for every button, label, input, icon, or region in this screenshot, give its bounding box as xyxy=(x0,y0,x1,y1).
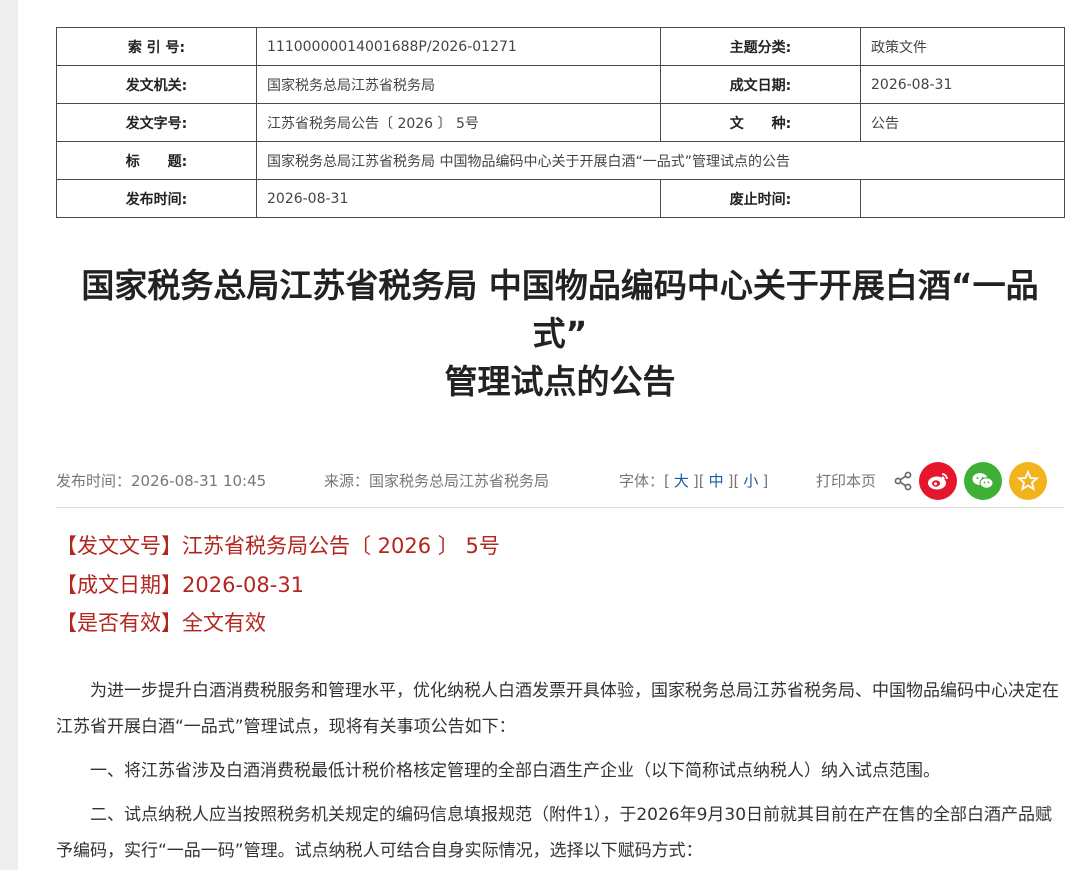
font-size-label: 字体： xyxy=(619,472,665,490)
table-row: 索 引 号: 11100000014001688P/2026-01271 主题分… xyxy=(56,27,1065,66)
article-body: 为进一步提升白酒消费税服务和管理水平，优化纳税人白酒发票开具体验，国家税务总局江… xyxy=(56,673,1064,877)
paragraph: 一、将江苏省涉及白酒消费税最低计税价格核定管理的全部白酒生产企业（以下简称试点纳… xyxy=(90,761,940,781)
subject-value: 政策文件 xyxy=(860,27,1065,66)
article-title-line2: 式” xyxy=(532,314,588,353)
left-scroll-gutter xyxy=(0,0,18,870)
publish-time: 发布时间：2026-08-31 10:45 xyxy=(56,472,267,490)
weibo-share-button[interactable] xyxy=(919,462,957,500)
doc-no-value: 江苏省税务局公告〔 2026 〕 5号 xyxy=(256,103,661,142)
index-no-value: 11100000014001688P/2026-01271 xyxy=(256,27,661,66)
wechat-share-button[interactable] xyxy=(964,462,1002,500)
print-button[interactable]: 打印本页 xyxy=(816,470,876,491)
subject-label: 主题分类: xyxy=(660,27,861,66)
table-row: 发文字号: 江苏省税务局公告〔 2026 〕 5号 文 种: 公告 xyxy=(56,103,1065,142)
date-label: 成文日期: xyxy=(660,65,861,104)
issuer-value: 国家税务总局江苏省税务局 xyxy=(256,65,661,104)
type-label: 文 种: xyxy=(660,103,861,142)
table-row: 发文机关: 国家税务总局江苏省税务局 成文日期: 2026-08-31 xyxy=(56,65,1065,104)
article-title: 国家税务总局江苏省税务局 中国物品编码中心关于开展白酒“一品 式” 管理试点的公… xyxy=(56,262,1064,406)
weibo-icon xyxy=(928,473,948,490)
font-medium-button[interactable]: 中 xyxy=(705,472,728,490)
doc-number-line: 【发文文号】江苏省税务局公告〔 2026 〕 5号 xyxy=(56,534,500,558)
font-small-button[interactable]: 小 xyxy=(739,472,762,490)
paragraph: 为进一步提升白酒消费税服务和管理水平，优化纳税人白酒发票开具体验，国家税务总局江… xyxy=(56,681,1059,737)
type-value: 公告 xyxy=(860,103,1065,142)
font-size-switcher: 字体：[大][中][小] xyxy=(619,472,769,490)
paragraph: 二、试点纳税人应当按照税务机关规定的编码信息填报规范（附件1），于2026年9月… xyxy=(56,805,1053,861)
doc-validity-line: 【是否有效】全文有效 xyxy=(56,611,266,635)
publish-value: 2026-08-31 xyxy=(256,179,661,218)
article-title-line3: 管理试点的公告 xyxy=(444,362,676,401)
divider xyxy=(56,507,1064,508)
favorite-button[interactable] xyxy=(1009,462,1047,500)
table-row: 标 题: 国家税务总局江苏省税务局 中国物品编码中心关于开展白酒“一品式”管理试… xyxy=(56,141,1065,180)
date-value: 2026-08-31 xyxy=(860,65,1065,104)
doc-no-label: 发文字号: xyxy=(56,103,257,142)
article-title-line1: 国家税务总局江苏省税务局 中国物品编码中心关于开展白酒“一品 xyxy=(81,266,1039,305)
title-value: 国家税务总局江苏省税务局 中国物品编码中心关于开展白酒“一品式”管理试点的公告 xyxy=(256,141,1065,180)
favorite-icon xyxy=(1017,470,1039,491)
share-icon[interactable] xyxy=(893,471,913,491)
table-row: 发布时间: 2026-08-31 废止时间: xyxy=(56,179,1065,218)
article-info-bar: 发布时间：2026-08-31 10:45 来源：国家税务总局江苏省税务局 字体… xyxy=(56,462,1064,500)
expire-value xyxy=(860,179,1065,218)
metadata-table: 索 引 号: 11100000014001688P/2026-01271 主题分… xyxy=(56,27,1065,218)
index-no-label: 索 引 号: xyxy=(56,27,257,66)
issuer-label: 发文机关: xyxy=(56,65,257,104)
title-label: 标 题: xyxy=(56,141,257,180)
expire-label: 废止时间: xyxy=(660,179,861,218)
publish-label: 发布时间: xyxy=(56,179,257,218)
source: 来源：国家税务总局江苏省税务局 xyxy=(324,472,550,490)
wechat-icon xyxy=(972,473,994,489)
font-large-button[interactable]: 大 xyxy=(670,472,693,490)
doc-date-line: 【成文日期】2026-08-31 xyxy=(56,573,305,597)
